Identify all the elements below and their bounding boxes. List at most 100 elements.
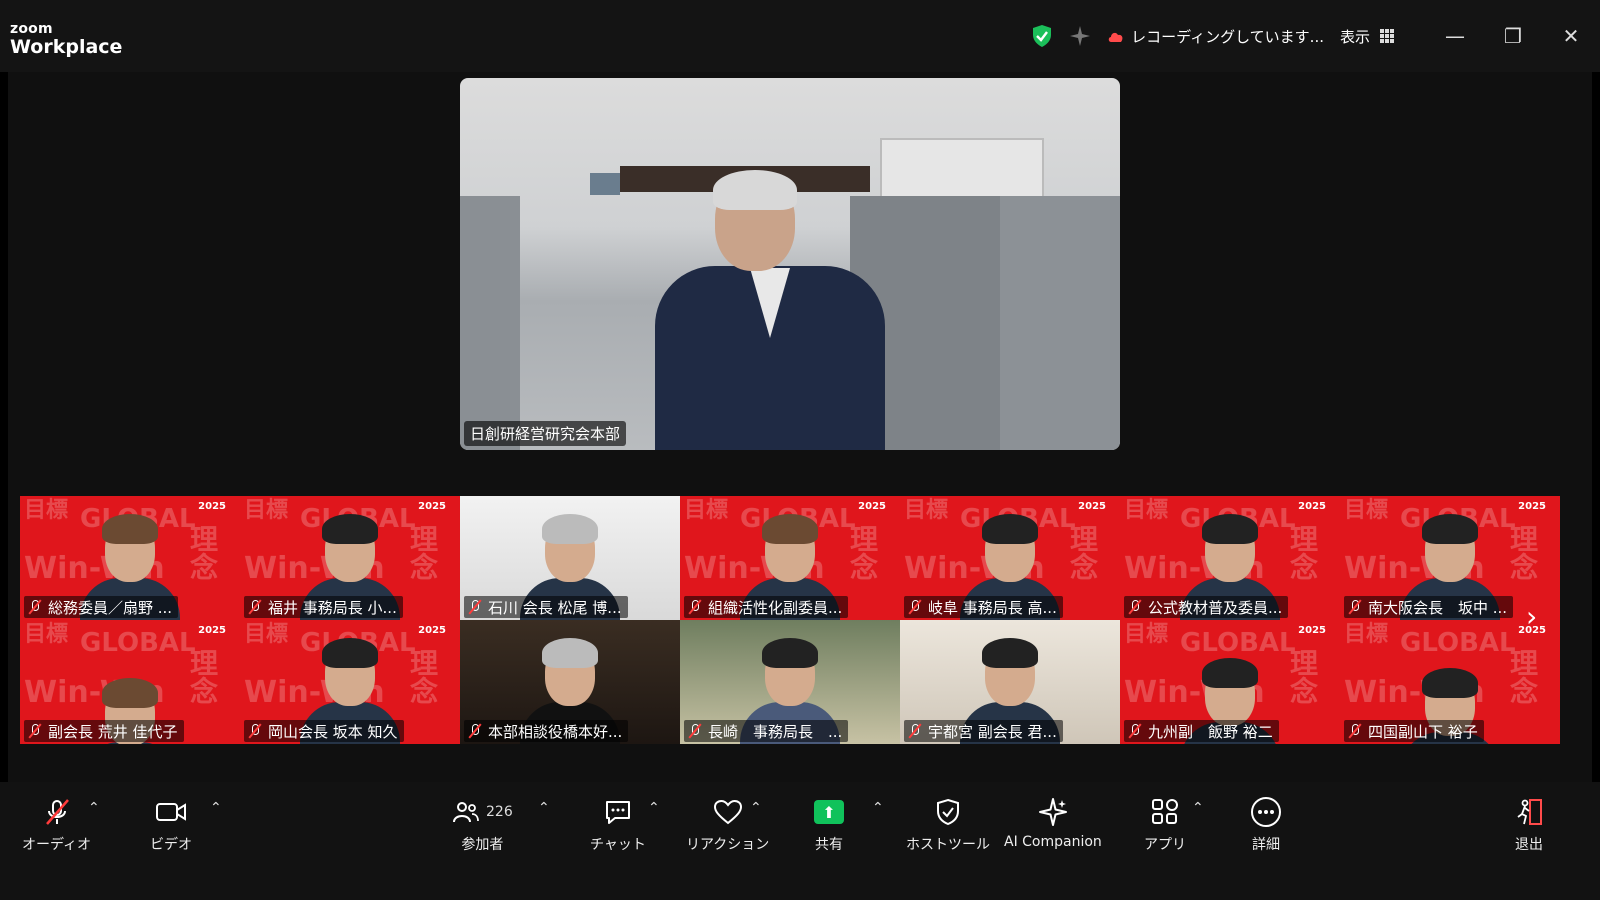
participant-name-label: 副会長 荒井 佳代子 xyxy=(24,720,184,742)
gallery-grid: 目標GLOBALWin-Win理念2025 総務委員／扇野 ... 目標GLOB… xyxy=(20,496,1562,744)
participant-tile[interactable]: 目標GLOBALWin-Win理念2025 岡山会長 坂本 知久 xyxy=(240,620,460,744)
ai-sparkle-icon xyxy=(1038,796,1068,828)
view-label: 表示 xyxy=(1339,27,1370,46)
leave-button[interactable]: 退出 xyxy=(1514,796,1544,854)
audio-label: オーディオ xyxy=(22,837,92,853)
chat-button[interactable]: チャット xyxy=(590,796,646,854)
partition xyxy=(1000,196,1120,450)
grid-view-icon xyxy=(1380,29,1394,43)
participants-count: 226 xyxy=(486,804,513,820)
heart-icon xyxy=(713,796,743,828)
participant-name-label: 公式教材普及委員... xyxy=(1124,596,1289,618)
participant-tile[interactable]: 本部相談役橋本好... xyxy=(460,620,680,744)
participant-tile[interactable]: 目標GLOBALWin-Win理念2025 総務委員／扇野 ... xyxy=(20,496,240,620)
logo-zoom-text: zoom xyxy=(10,21,53,37)
recording-status[interactable]: レコーディングしています... xyxy=(1107,26,1324,47)
chat-options-chevron-up-icon[interactable]: ⌃ xyxy=(648,800,660,816)
participant-tile[interactable]: 目標 GLOBAL Win-Win 理念 2025 九州副 飯野 裕二 xyxy=(1120,620,1340,744)
share-label: 共有 xyxy=(815,837,843,853)
minimize-button[interactable]: — xyxy=(1426,0,1484,72)
leave-label: 退出 xyxy=(1515,837,1543,853)
participants-options-chevron-up-icon[interactable]: ⌃ xyxy=(538,800,550,816)
ai-companion-button[interactable]: AI Companion xyxy=(1004,796,1102,850)
restore-button[interactable]: ❐ xyxy=(1484,0,1542,72)
leave-door-icon xyxy=(1514,796,1544,828)
more-label: 詳細 xyxy=(1252,837,1280,853)
participant-name-label: 宇都宮 副会長 君... xyxy=(904,720,1063,742)
participant-name-label: 岐阜 事務局長 高... xyxy=(904,596,1063,618)
participant-name-label: 九州副 飯野 裕二 xyxy=(1124,720,1279,742)
share-screen-icon: ⬆ xyxy=(814,796,844,828)
zoom-workplace-logo: zoom Workplace xyxy=(10,22,122,57)
participant-name-label: 組織活性化副委員... xyxy=(684,596,849,618)
host-tools-button[interactable]: ホストツール xyxy=(906,796,990,854)
mic-muted-icon xyxy=(28,599,42,615)
logo-workplace-text: Workplace xyxy=(10,36,123,58)
encryption-shield-icon[interactable] xyxy=(1031,24,1053,48)
mic-muted-icon xyxy=(908,723,922,739)
video-button[interactable]: ビデオ xyxy=(150,796,192,854)
video-options-chevron-up-icon[interactable]: ⌃ xyxy=(210,800,222,816)
host-tools-label: ホストツール xyxy=(906,837,990,853)
chat-label: チャット xyxy=(590,837,646,853)
cloud-record-icon xyxy=(1108,32,1123,42)
audio-button[interactable]: オーディオ xyxy=(22,796,91,854)
participant-tile[interactable]: 目標 GLOBAL Win-Win 理念 2025 副会長 荒井 佳代子 xyxy=(20,620,240,744)
restore-icon: ❐ xyxy=(1504,24,1522,48)
view-button[interactable]: 表示 xyxy=(1340,26,1394,47)
participant-tile[interactable]: 目標GLOBALWin-Win理念2025 岐阜 事務局長 高... xyxy=(900,496,1120,620)
speaker-person xyxy=(655,170,885,450)
close-button[interactable]: ✕ xyxy=(1542,0,1600,72)
audio-options-chevron-up-icon[interactable]: ⌃ xyxy=(88,800,100,816)
mic-muted-icon xyxy=(688,723,702,739)
mic-muted-icon xyxy=(248,723,262,739)
minimize-icon: — xyxy=(1445,24,1465,48)
participant-name-label: 本部相談役橋本好... xyxy=(464,720,629,742)
video-label: ビデオ xyxy=(150,837,192,853)
mic-muted-icon xyxy=(248,599,262,615)
active-speaker-video[interactable]: 日創研経営研究会本部 xyxy=(460,78,1120,450)
reactions-label: リアクション xyxy=(686,837,770,853)
participants-icon: 226 xyxy=(452,796,513,828)
mic-muted-icon xyxy=(1128,599,1142,615)
participant-name-label: 四国副山下 裕子 xyxy=(1344,720,1484,742)
participant-name-label: 総務委員／扇野 ... xyxy=(24,596,179,618)
participant-tile[interactable]: 目標GLOBALWin-Win理念2025 公式教材普及委員... xyxy=(1120,496,1340,620)
participant-name-label: 福井 事務局長 小... xyxy=(244,596,403,618)
participant-name-label: 岡山会長 坂本 知久 xyxy=(244,720,404,742)
mic-muted-icon xyxy=(468,599,482,615)
mic-muted-icon xyxy=(1128,723,1142,739)
mic-muted-icon xyxy=(1348,723,1362,739)
participant-tile[interactable]: 宇都宮 副会長 君... xyxy=(900,620,1120,744)
mic-muted-icon xyxy=(28,723,42,739)
participant-tile[interactable]: 石川 会長 松尾 博... xyxy=(460,496,680,620)
close-icon: ✕ xyxy=(1562,24,1580,48)
more-dots-icon xyxy=(1250,796,1282,828)
partition xyxy=(460,196,520,450)
mic-muted-icon xyxy=(42,796,72,828)
participant-name-label: 南大阪会長 坂中 ... xyxy=(1344,596,1514,618)
apps-options-chevron-up-icon[interactable]: ⌃ xyxy=(1192,800,1204,816)
reactions-options-chevron-up-icon[interactable]: ⌃ xyxy=(750,800,762,816)
participant-tile[interactable]: 目標 GLOBAL Win-Win 理念 2025 四国副山下 裕子 xyxy=(1340,620,1560,744)
apps-button[interactable]: アプリ xyxy=(1144,796,1186,854)
shield-icon xyxy=(935,796,961,828)
title-bar: zoom Workplace レコーディングしています... 表示 — ❐ ✕ xyxy=(0,0,1600,72)
speaker-name-label: 日創研経営研究会本部 xyxy=(464,421,627,446)
participant-name-label: 長崎 事務局長 ... xyxy=(684,720,849,742)
share-options-chevron-up-icon[interactable]: ⌃ xyxy=(872,800,884,816)
share-button[interactable]: ⬆ 共有 xyxy=(814,796,844,854)
more-button[interactable]: 詳細 xyxy=(1250,796,1282,854)
next-page-chevron-icon[interactable]: › xyxy=(1526,600,1537,633)
participant-tile[interactable]: 長崎 事務局長 ... xyxy=(680,620,900,744)
participants-button[interactable]: 226 参加者 xyxy=(452,796,513,854)
participants-label: 参加者 xyxy=(461,837,504,853)
mic-muted-icon xyxy=(1348,599,1362,615)
participant-tile[interactable]: 目標GLOBALWin-Win理念2025 福井 事務局長 小... xyxy=(240,496,460,620)
ai-sparkle-icon[interactable] xyxy=(1069,25,1091,47)
ai-companion-label: AI Companion xyxy=(1004,834,1102,850)
mic-muted-icon xyxy=(688,599,702,615)
mic-muted-icon xyxy=(468,723,482,739)
apps-label: アプリ xyxy=(1144,837,1186,853)
participant-tile[interactable]: 目標GLOBALWin-Win理念2025 組織活性化副委員... xyxy=(680,496,900,620)
